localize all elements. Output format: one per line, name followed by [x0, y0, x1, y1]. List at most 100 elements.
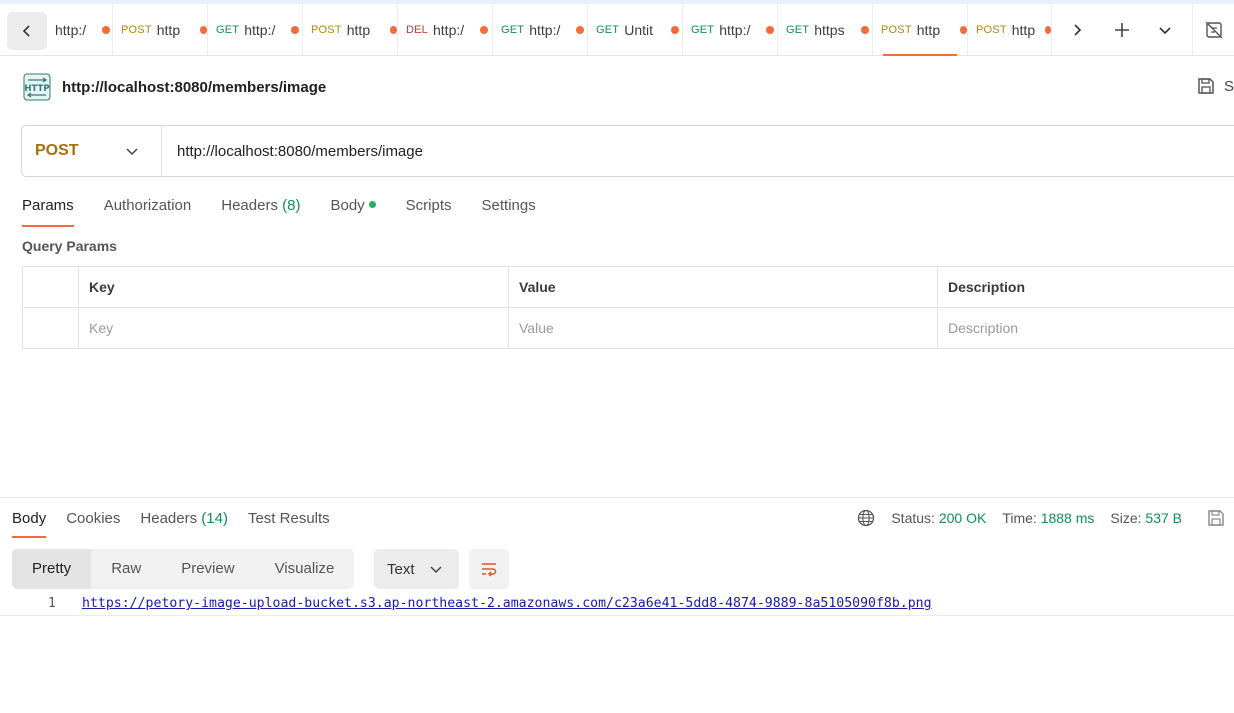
chevron-left-icon	[22, 25, 30, 37]
key-input[interactable]: Key	[78, 307, 509, 349]
tab-url-label: http:/	[244, 22, 276, 38]
value-input[interactable]: Value	[508, 307, 938, 349]
request-tab[interactable]: POST http	[113, 4, 208, 56]
response-format-select[interactable]: Text	[374, 549, 459, 589]
status-value: 200 OK	[938, 510, 987, 526]
chevron-down-icon	[126, 148, 138, 156]
unsaved-changes-dot	[480, 26, 488, 34]
tab-method-label: POST	[311, 24, 342, 36]
unsaved-changes-dot	[576, 26, 585, 34]
response-tab-body[interactable]: Body	[12, 508, 47, 538]
tab-list-dropdown-button[interactable]	[1146, 4, 1184, 56]
query-params-heading: Query Params	[22, 238, 117, 254]
chevron-down-icon	[430, 566, 442, 574]
unsaved-changes-dot	[959, 26, 967, 34]
scroll-tabs-left-button[interactable]	[7, 12, 47, 50]
globe-icon[interactable]	[857, 509, 875, 527]
request-tab[interactable]: GET Untit	[588, 4, 683, 56]
view-pretty-button[interactable]: Pretty	[12, 549, 92, 589]
table-header-row: Key Value Description	[22, 266, 1234, 308]
chevron-right-icon	[1074, 24, 1082, 36]
tab-url-label: http	[916, 22, 941, 38]
tab-params-label: Params	[22, 197, 74, 214]
time-label: Time:	[1002, 510, 1037, 526]
svg-text:HTTP: HTTP	[24, 84, 49, 94]
wrap-lines-button[interactable]	[469, 549, 509, 589]
tab-method-label: GET	[596, 24, 620, 36]
unsaved-changes-dot	[671, 26, 680, 34]
tab-url-label: http	[156, 22, 181, 38]
row-checkbox-cell	[22, 307, 79, 349]
tab-url-label: http	[1011, 22, 1036, 38]
size-readout[interactable]: Size: 537 B	[1110, 510, 1182, 526]
new-tab-button[interactable]	[1102, 4, 1142, 56]
tab-method-label: GET	[501, 24, 525, 36]
response-tab-cookies-label: Cookies	[66, 510, 121, 527]
response-body-line: 1 https://petory-image-upload-bucket.s3.…	[0, 594, 1234, 616]
response-tab-headers-label: Headers	[140, 510, 198, 527]
no-environment-button[interactable]	[1192, 4, 1234, 56]
tab-url-label: http:/	[433, 22, 465, 38]
tab-url-label: http:/	[55, 22, 87, 38]
tab-body[interactable]: Body	[330, 195, 376, 227]
scroll-tabs-right-button[interactable]	[1058, 4, 1096, 56]
request-tab[interactable]: GET https	[778, 4, 873, 56]
request-tab[interactable]: DEL http:/	[398, 4, 493, 56]
request-tab[interactable]: GET http:/	[493, 4, 588, 56]
time-value: 1888 ms	[1040, 510, 1095, 526]
tab-scripts[interactable]: Scripts	[406, 195, 452, 227]
response-tabs: Body Cookies Headers (14) Test Results	[12, 508, 350, 538]
request-tab[interactable]: POST http	[873, 4, 968, 56]
view-visualize-button[interactable]: Visualize	[255, 549, 355, 589]
tab-headers[interactable]: Headers (8)	[221, 195, 300, 227]
save-button[interactable]: S	[1196, 76, 1234, 96]
value-column-header: Value	[508, 266, 938, 308]
description-input[interactable]: Description	[937, 307, 1234, 349]
request-title[interactable]: http://localhost:8080/members/image	[62, 79, 326, 96]
method-value: POST	[35, 142, 79, 159]
request-tab[interactable]: http:/	[47, 4, 113, 56]
save-label: S	[1224, 77, 1234, 95]
tab-url-label: https	[814, 22, 845, 38]
request-tab[interactable]: POST http	[968, 4, 1052, 56]
url-input[interactable]: http://localhost:8080/members/image	[162, 143, 423, 160]
tab-params[interactable]: Params	[22, 195, 74, 227]
save-response-icon[interactable]	[1206, 508, 1226, 528]
request-tab[interactable]: POST http	[303, 4, 398, 56]
tab-method-label: GET	[216, 24, 240, 36]
tab-url-label: http	[346, 22, 371, 38]
description-column-header: Description	[937, 266, 1234, 308]
request-tab[interactable]: GET http:/	[208, 4, 303, 56]
unsaved-changes-dot	[1045, 26, 1051, 34]
tab-headers-label: Headers	[221, 197, 278, 214]
tab-method-label: GET	[786, 24, 810, 36]
response-view-toggle: Pretty Raw Preview Visualize	[12, 549, 355, 589]
active-tab-indicator	[883, 54, 957, 56]
response-pane-divider[interactable]	[0, 497, 1234, 498]
tab-settings[interactable]: Settings	[482, 195, 536, 227]
request-tab[interactable]: GET http:/	[683, 4, 778, 56]
response-tab-test-results[interactable]: Test Results	[248, 508, 330, 538]
response-body-link[interactable]: https://petory-image-upload-bucket.s3.ap…	[82, 596, 932, 611]
view-raw-button[interactable]: Raw	[91, 549, 161, 589]
url-bar: POST http://localhost:8080/members/image	[21, 125, 1234, 177]
tab-bar: http:/ POST http GET http:/ POST http DEL http:/…	[0, 4, 1234, 56]
method-select[interactable]: POST	[22, 126, 162, 176]
response-tab-headers[interactable]: Headers (14)	[140, 508, 228, 538]
key-column-header: Key	[78, 266, 509, 308]
tab-scripts-label: Scripts	[405, 197, 452, 214]
response-tab-cookies[interactable]: Cookies	[66, 508, 120, 538]
response-meta: Status: 200 OK Time: 1888 ms Size: 537 B	[857, 506, 1234, 530]
time-readout[interactable]: Time: 1888 ms	[1002, 510, 1094, 526]
status-readout[interactable]: Status: 200 OK	[891, 510, 986, 526]
tab-method-label: POST	[881, 24, 912, 36]
request-header: HTTP http://localhost:8080/members/image…	[22, 72, 1234, 102]
tab-body-label: Body	[330, 197, 365, 214]
unsaved-changes-dot	[291, 26, 300, 34]
tab-method-label: POST	[121, 24, 152, 36]
view-preview-button[interactable]: Preview	[161, 549, 254, 589]
tab-authorization[interactable]: Authorization	[104, 195, 192, 227]
line-number: 1	[48, 596, 56, 611]
status-label: Status:	[891, 510, 935, 526]
table-row: Key Value Description	[22, 307, 1234, 349]
